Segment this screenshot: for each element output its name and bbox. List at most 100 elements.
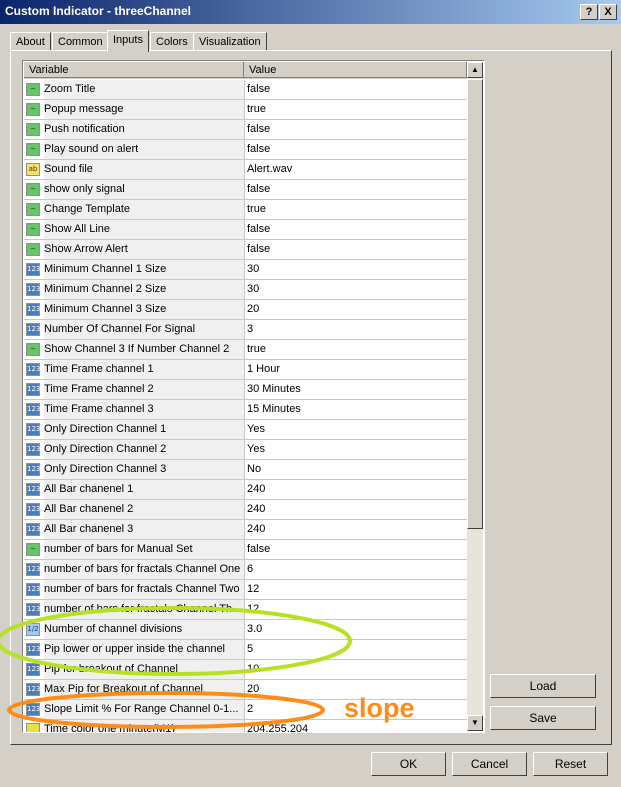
table-row[interactable]: 123 Minimum Channel 3 Size 20 xyxy=(24,300,467,320)
variable-value[interactable]: false xyxy=(247,80,462,99)
table-row[interactable]: 123 Number Of Channel For Signal 3 xyxy=(24,320,467,340)
column-divider xyxy=(244,620,245,639)
int-type-icon: 123 xyxy=(26,643,40,656)
table-row[interactable]: ~ Push notification false xyxy=(24,120,467,140)
variable-value[interactable]: false xyxy=(247,240,462,259)
bool-type-icon: ~ xyxy=(26,343,40,356)
column-divider xyxy=(244,120,245,139)
variable-value[interactable]: 1 Hour xyxy=(247,360,462,379)
tab-inputs[interactable]: Inputs xyxy=(107,30,149,52)
variable-value[interactable]: 240 xyxy=(247,500,462,519)
column-divider xyxy=(244,500,245,519)
table-row[interactable]: ~ Change Template true xyxy=(24,200,467,220)
scroll-down-icon[interactable]: ▼ xyxy=(467,715,483,731)
table-row[interactable]: 123 Only Direction Channel 1 Yes xyxy=(24,420,467,440)
table-row[interactable]: 123 number of bars for fractals Channel O… xyxy=(24,560,467,580)
table-row[interactable]: 123 Only Direction Channel 3 No xyxy=(24,460,467,480)
variable-value[interactable]: 12 xyxy=(247,600,462,619)
variable-value[interactable]: 12 xyxy=(247,580,462,599)
variable-value[interactable]: false xyxy=(247,180,462,199)
column-divider xyxy=(244,260,245,279)
tab-visualization[interactable]: Visualization xyxy=(193,32,267,51)
variable-name: Minimum Channel 3 Size xyxy=(44,300,244,319)
table-row[interactable]: 123 All Bar chanenel 1 240 xyxy=(24,480,467,500)
variable-value[interactable]: false xyxy=(247,120,462,139)
table-row[interactable]: 123 All Bar chanenel 3 240 xyxy=(24,520,467,540)
variable-value[interactable]: No xyxy=(247,460,462,479)
scroll-thumb[interactable] xyxy=(467,79,483,529)
int-type-icon: 123 xyxy=(26,523,40,536)
close-button[interactable]: X xyxy=(599,4,617,20)
column-header-value[interactable]: Value xyxy=(244,62,467,78)
table-row[interactable]: 123 Pip lower or upper inside the channel… xyxy=(24,640,467,660)
variable-value[interactable]: 30 Minutes xyxy=(247,380,462,399)
table-row[interactable]: ~ Show All Line false xyxy=(24,220,467,240)
variable-name: Time Frame channel 2 xyxy=(44,380,244,399)
variable-value[interactable]: 30 xyxy=(247,260,462,279)
variable-value[interactable]: 5 xyxy=(247,640,462,659)
table-row[interactable]: ~ show only signal false xyxy=(24,180,467,200)
variable-name: number of bars for fractals Channel One xyxy=(44,560,244,579)
table-row[interactable]: 1/2 Number of channel divisions 3.0 xyxy=(24,620,467,640)
variable-value[interactable]: 20 xyxy=(247,300,462,319)
help-button[interactable]: ? xyxy=(580,4,598,20)
column-divider xyxy=(244,100,245,119)
table-row[interactable]: 123 Only Direction Channel 2 Yes xyxy=(24,440,467,460)
table-row[interactable]: ~ Show Channel 3 If Number Channel 2 true xyxy=(24,340,467,360)
table-row[interactable]: 123 Time Frame channel 2 30 Minutes xyxy=(24,380,467,400)
variable-value[interactable]: true xyxy=(247,340,462,359)
table-row[interactable]: 123 Pip for breakout of Channel 10 xyxy=(24,660,467,680)
variable-value[interactable]: Yes xyxy=(247,420,462,439)
table-row[interactable]: ~ Zoom Title false xyxy=(24,80,467,100)
variable-name: All Bar chanenel 1 xyxy=(44,480,244,499)
variable-value[interactable]: 3.0 xyxy=(247,620,462,639)
table-row[interactable]: 123 number of bars for fractals Channel T… xyxy=(24,580,467,600)
int-type-icon: 123 xyxy=(26,263,40,276)
variable-value[interactable]: 30 xyxy=(247,280,462,299)
reset-button[interactable]: Reset xyxy=(533,752,608,776)
tab-colors[interactable]: Colors xyxy=(150,32,194,51)
variable-value[interactable]: 240 xyxy=(247,520,462,539)
tab-about[interactable]: About xyxy=(10,32,51,51)
variable-value[interactable]: true xyxy=(247,200,462,219)
variable-value[interactable]: 240 xyxy=(247,480,462,499)
table-row[interactable]: ~ Show Arrow Alert false xyxy=(24,240,467,260)
table-row[interactable]: 123 Minimum Channel 1 Size 30 xyxy=(24,260,467,280)
column-divider xyxy=(244,220,245,239)
column-divider xyxy=(244,280,245,299)
variable-name: show only signal xyxy=(44,180,244,199)
table-row[interactable]: 123 number of bars for fractals Channel T… xyxy=(24,600,467,620)
save-button[interactable]: Save xyxy=(490,706,596,730)
table-row[interactable]: 123 Time Frame channel 11 Hour xyxy=(24,360,467,380)
variable-value[interactable]: false xyxy=(247,220,462,239)
variable-name: Pip lower or upper inside the channel xyxy=(44,640,244,659)
table-row[interactable]: ~ number of bars for Manual Set false xyxy=(24,540,467,560)
table-row[interactable]: ~ Play sound on alert false xyxy=(24,140,467,160)
table-row[interactable]: 123 All Bar chanenel 2 240 xyxy=(24,500,467,520)
scroll-up-icon[interactable]: ▲ xyxy=(467,62,483,78)
ok-button[interactable]: OK xyxy=(371,752,446,776)
table-row[interactable]: 123 Minimum Channel 2 Size 30 xyxy=(24,280,467,300)
variable-value[interactable]: 6 xyxy=(247,560,462,579)
variable-value[interactable]: 3 xyxy=(247,320,462,339)
load-button[interactable]: Load xyxy=(490,674,596,698)
variable-value[interactable]: 15 Minutes xyxy=(247,400,462,419)
variable-name: Only Direction Channel 1 xyxy=(44,420,244,439)
column-header-variable[interactable]: Variable xyxy=(24,62,244,78)
variable-value[interactable]: false xyxy=(247,540,462,559)
variable-value[interactable]: false xyxy=(247,140,462,159)
table-row[interactable]: ~ Popup message true xyxy=(24,100,467,120)
inputs-grid: Variable Value ~ Zoom Title false ~ Popup me… xyxy=(22,60,485,733)
vertical-scrollbar[interactable]: ▲ ▼ xyxy=(467,62,483,731)
table-row[interactable]: 123 Time Frame channel 3 15 Minutes xyxy=(24,400,467,420)
column-divider xyxy=(244,360,245,379)
cancel-button[interactable]: Cancel xyxy=(452,752,527,776)
tab-common[interactable]: Common xyxy=(52,32,109,51)
table-row[interactable]: ab Sound file Alert.wav xyxy=(24,160,467,180)
column-divider xyxy=(244,680,245,699)
variable-value[interactable]: true xyxy=(247,100,462,119)
variable-value[interactable]: 10 xyxy=(247,660,462,679)
int-type-icon: 123 xyxy=(26,503,40,516)
variable-value[interactable]: Yes xyxy=(247,440,462,459)
variable-value[interactable]: Alert.wav xyxy=(247,160,462,179)
